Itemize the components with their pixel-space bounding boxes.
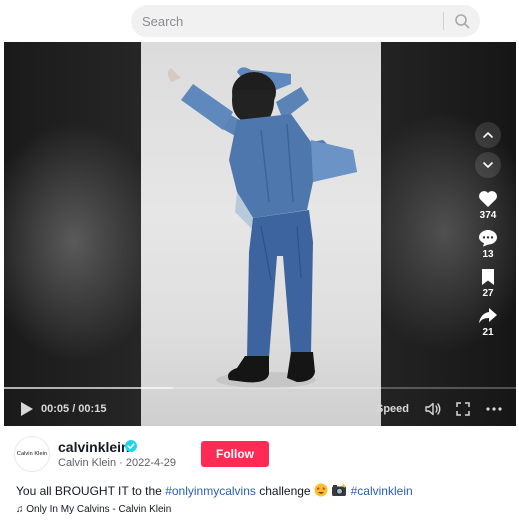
heart-icon <box>479 191 497 207</box>
like-button[interactable]: 374 <box>478 190 498 221</box>
star-struck-emoji-icon <box>314 483 328 497</box>
chevron-down-icon <box>483 162 493 168</box>
previous-video-button[interactable] <box>475 122 501 148</box>
avatar[interactable]: Calvin Klein <box>14 436 50 472</box>
music-note-icon: ♫ <box>16 504 24 515</box>
caption-text-1: You all BROUGHT IT to the <box>16 484 166 498</box>
progress-bar[interactable] <box>4 387 516 389</box>
action-rail: 374 13 27 21 <box>468 122 508 338</box>
caption-text-2: challenge <box>255 484 314 498</box>
volume-icon <box>425 402 441 416</box>
more-options-button[interactable] <box>485 400 503 423</box>
search-button[interactable] <box>444 5 480 37</box>
playback-time: 00:05 / 00:15 <box>41 403 107 415</box>
speed-button[interactable]: Speed <box>376 403 409 415</box>
share-icon <box>479 308 497 324</box>
post-date: 2022-4-29 <box>125 457 177 469</box>
username[interactable]: calvinklein <box>58 439 130 455</box>
chevron-up-icon <box>483 132 493 138</box>
play-icon <box>21 402 33 416</box>
comment-icon <box>479 230 497 247</box>
comment-count: 13 <box>482 249 494 260</box>
save-count: 27 <box>482 288 494 299</box>
hashtag-calvinklein[interactable]: #calvinklein <box>351 484 413 498</box>
hashtag-onlyinmycalvins[interactable]: #onlyinmycalvins <box>165 484 256 498</box>
video-frame[interactable] <box>141 42 381 426</box>
share-count: 21 <box>482 327 494 338</box>
fullscreen-icon <box>456 402 470 416</box>
comment-button[interactable]: 13 <box>478 229 498 260</box>
bookmark-icon <box>482 269 494 285</box>
music-link[interactable]: ♫ Only In My Calvins - Calvin Klein <box>16 504 171 515</box>
player-controls: 00:05 / 00:15 Speed <box>4 394 516 426</box>
follow-button[interactable]: Follow <box>201 441 269 467</box>
video-player[interactable]: 374 13 27 21 00:05 / 00:15 Speed <box>4 42 516 426</box>
verified-icon <box>125 440 137 452</box>
volume-button[interactable] <box>424 400 442 423</box>
more-icon <box>486 407 502 411</box>
progress-fill <box>4 387 173 389</box>
video-still-person-denim <box>168 67 357 388</box>
search-bar <box>131 5 480 37</box>
save-button[interactable]: 27 <box>480 268 496 299</box>
caption: You all BROUGHT IT to the #onlyinmycalvi… <box>16 483 413 498</box>
search-input[interactable] <box>131 5 443 37</box>
display-name: Calvin Klein <box>58 457 117 469</box>
share-button[interactable]: 21 <box>478 307 498 338</box>
avatar-logo-text: Calvin Klein <box>16 451 48 457</box>
subline-separator: · <box>116 457 126 469</box>
music-title: Only In My Calvins - Calvin Klein <box>26 504 172 515</box>
camera-flash-emoji-icon <box>332 483 347 496</box>
next-video-button[interactable] <box>475 152 501 178</box>
fullscreen-button[interactable] <box>455 400 471 423</box>
like-count: 374 <box>479 210 497 221</box>
play-button[interactable] <box>20 401 34 422</box>
search-icon <box>455 14 470 29</box>
post-info: Calvin Klein calvinklein Calvin Klein · … <box>4 428 516 522</box>
author-subline: Calvin Klein · 2022-4-29 <box>58 457 176 469</box>
